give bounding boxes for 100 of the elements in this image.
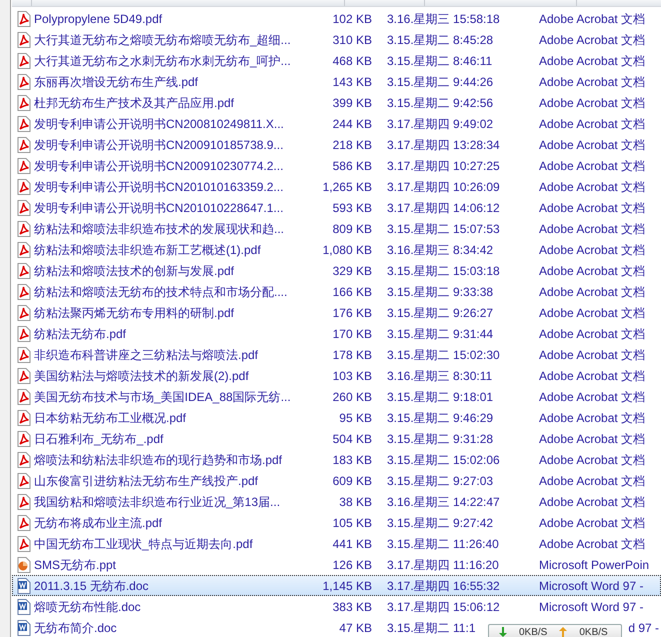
file-row[interactable]: 熔喷无纺布性能.doc 383 KB 3.17.星期四 15:06:12 Microsoft Word 97 - [12, 596, 661, 617]
file-size: 1,145 KB [322, 578, 372, 594]
pdf-file-icon [17, 242, 31, 258]
upload-speed: 0KB/S [579, 626, 608, 637]
pdf-file-icon [17, 94, 31, 110]
file-size: 260 KB [332, 388, 372, 406]
modified-date: 3.15.星期二 9:31:44 [387, 326, 494, 340]
file-name: 大行其道无纺布之熔喷无纺布熔喷无纺布_超细... [34, 32, 291, 48]
file-row[interactable]: 中国无纺布工业现状_特点与近期去向.pdf 441 KB 3.15.星期二 11:26:40 Adobe Acrobat 文档 [12, 533, 661, 554]
modified-date: 3.15.星期二 15:07:53 [387, 222, 500, 236]
file-row[interactable]: 我国纺粘和熔喷法非织造布行业近况_第13届... 38 KB 3.16.星期三 14:22:47 Adobe Acrobat 文档 [12, 491, 661, 512]
file-row[interactable]: 发明专利申请公开说明书CN200810249811.X... 244 KB 3.17.星期四 9:49:02 Adobe Acrobat 文档 [12, 113, 661, 134]
modified-date: 3.15.星期二 11:1 [387, 620, 476, 634]
file-row[interactable]: 发明专利申请公开说明书CN200910230774.2... 586 KB 3.17.星期四 10:27:25 Adobe Acrobat 文档 [12, 155, 661, 176]
pdf-file-icon [17, 388, 31, 404]
file-row[interactable]: 发明专利申请公开说明书CN201010163359.2... 1,265 KB 3.17.星期四 10:26:09 Adobe Acrobat 文档 [12, 176, 661, 197]
file-type: Microsoft PowerPoin [539, 556, 650, 574]
modified-date: 3.15.星期二 15:02:30 [387, 348, 500, 362]
modified-date: 3.15.星期二 9:27:42 [387, 516, 494, 530]
file-size: 103 KB [332, 368, 372, 384]
file-name: 纺粘法和熔喷法非织造布新工艺概述(1).pdf [34, 242, 261, 258]
file-row[interactable]: 纺粘法和熔喷法非织造布技术的发展现状和趋... 809 KB 3.15.星期二 15:07:53 Adobe Acrobat 文档 [12, 218, 661, 239]
modified-date: 3.15.星期二 15:02:06 [387, 452, 500, 466]
modified-date: 3.17.星期四 10:27:25 [387, 158, 500, 172]
file-row[interactable]: 发明专利申请公开说明书CN200910185738.9... 218 KB 3.17.星期四 13:28:34 Adobe Acrobat 文档 [12, 134, 661, 155]
pdf-file-icon [17, 472, 31, 488]
document-file-icon [17, 578, 31, 594]
file-row[interactable]: 无纺布将成布业主流.pdf 105 KB 3.15.星期二 9:27:42 Adobe Acrobat 文档 [12, 512, 661, 533]
file-size: 310 KB [332, 32, 372, 48]
file-row[interactable]: 日本纺粘无纺布工业概况.pdf 95 KB 3.15.星期二 9:46:29 Adobe Acrobat 文档 [12, 407, 661, 428]
file-type: Adobe Acrobat 文档 [539, 158, 646, 174]
file-type: Adobe Acrobat 文档 [539, 94, 646, 112]
file-row[interactable]: Polypropylene 5D49.pdf 102 KB 3.16.星期三 15:58:18 Adobe Acrobat 文档 [12, 8, 661, 29]
file-row[interactable]: 纺粘法无纺布.pdf 170 KB 3.15.星期二 9:31:44 Adobe Acrobat 文档 [12, 323, 661, 344]
file-row[interactable]: 纺粘法和熔喷法非织造布新工艺概述(1).pdf 1,080 KB 3.16.星期三 8:34:42 Adobe Acrobat 文档 [12, 239, 661, 260]
file-row[interactable]: 发明专利申请公开说明书CN201010228647.1... 593 KB 3.17.星期四 14:06:12 Adobe Acrobat 文档 [12, 197, 661, 218]
file-type: Adobe Acrobat 文档 [539, 304, 646, 322]
file-name: 中国无纺布工业现状_特点与近期去向.pdf [34, 536, 253, 552]
file-type: Adobe Acrobat 文档 [539, 514, 646, 532]
file-row[interactable]: 非织造布科普讲座之三纺粘法与熔喷法.pdf 178 KB 3.15.星期二 15:02:30 Adobe Acrobat 文档 [12, 344, 661, 365]
pdf-file-icon [17, 74, 31, 90]
file-name: 2011.3.15 无纺布.doc [34, 578, 149, 594]
modified-date: 3.17.星期四 15:06:12 [387, 600, 500, 614]
modified-date: 3.16.星期三 8:30:11 [387, 368, 492, 382]
file-row[interactable]: 2011.3.15 无纺布.doc 1,145 KB 3.17.星期四 16:55:32 Microsoft Word 97 - [12, 575, 661, 596]
pdf-file-icon [17, 262, 31, 278]
file-size: 1,265 KB [322, 178, 372, 196]
file-row[interactable]: 美国无纺布技术与市场_美国IDEA_88国际无纺... 260 KB 3.15.星期二 9:18:01 Adobe Acrobat 文档 [12, 386, 661, 407]
file-row[interactable]: 山东俊富引进纺粘法无纺布生产线投产.pdf 609 KB 3.15.星期二 9:27:03 Adobe Acrobat 文档 [12, 470, 661, 491]
file-row[interactable]: 东丽再次增设无纺布生产线.pdf 143 KB 3.15.星期二 9:44:26 Adobe Acrobat 文档 [12, 71, 661, 92]
file-name: 发明专利申请公开说明书CN201010228647.1... [34, 200, 284, 216]
pdf-file-icon [17, 52, 31, 68]
file-name: 美国纺粘法与熔喷法技术的新发展(2).pdf [34, 368, 249, 384]
file-name: 熔喷无纺布性能.doc [34, 598, 141, 616]
file-size: 504 KB [332, 430, 372, 448]
modified-date: 3.15.星期二 15:03:18 [387, 264, 500, 278]
pdf-file-icon [17, 494, 31, 510]
file-size: 586 KB [332, 158, 372, 174]
modified-date: 3.17.星期四 16:55:32 [387, 578, 500, 592]
file-row[interactable]: 美国纺粘法与熔喷法技术的新发展(2).pdf 103 KB 3.16.星期三 8:30:11 Adobe Acrobat 文档 [12, 365, 661, 386]
file-type: Adobe Acrobat 文档 [539, 178, 646, 196]
file-type: Adobe Acrobat 文档 [539, 52, 646, 70]
file-type: Adobe Acrobat 文档 [539, 116, 646, 132]
file-row[interactable]: SMS无纺布.ppt 126 KB 3.17.星期四 11:16:20 Microsoft PowerPoin [12, 554, 661, 575]
modified-date: 3.15.星期二 9:18:01 [387, 390, 494, 404]
document-file-icon [17, 598, 31, 614]
file-row[interactable]: 纺粘法和熔喷法技术的创新与发展.pdf 329 KB 3.15.星期二 15:03:18 Adobe Acrobat 文档 [12, 260, 661, 281]
file-row[interactable]: 杜邦无纺布生产技术及其产品应用.pdf 399 KB 3.15.星期二 9:42:56 Adobe Acrobat 文档 [12, 92, 661, 113]
file-type: Adobe Acrobat 文档 [539, 494, 646, 510]
pdf-file-icon [17, 326, 31, 342]
file-row[interactable]: 纺粘法和熔喷法无纺布的技术特点和市场分配.... 166 KB 3.15.星期二 9:33:38 Adobe Acrobat 文档 [12, 281, 661, 302]
file-row[interactable]: 熔喷法和纺粘法非织造布的现行趋势和市场.pdf 183 KB 3.15.星期二 15:02:06 Adobe Acrobat 文档 [12, 449, 661, 470]
upload-arrow-icon [559, 627, 568, 637]
file-name: 纺粘法和熔喷法非织造布技术的发展现状和趋... [34, 220, 284, 238]
file-row[interactable]: 大行其道无纺布之熔喷无纺布熔喷无纺布_超细... 310 KB 3.15.星期二 8:45:28 Adobe Acrobat 文档 [12, 29, 661, 50]
pdf-file-icon [17, 10, 31, 26]
modified-date: 3.15.星期二 9:27:03 [387, 474, 494, 488]
file-type: Microsoft Word 97 - [539, 598, 644, 616]
file-size: 143 KB [332, 74, 372, 90]
presentation-file-icon [17, 556, 31, 572]
file-name: 发明专利申请公开说明书CN200910185738.9... [34, 136, 284, 154]
modified-date: 3.15.星期二 9:31:28 [387, 432, 494, 446]
file-size: 166 KB [332, 284, 372, 300]
file-name: 发明专利申请公开说明书CN200910230774.2... [34, 158, 284, 174]
file-name: SMS无纺布.ppt [34, 556, 116, 574]
file-type: Adobe Acrobat 文档 [539, 32, 646, 48]
modified-date: 3.15.星期二 9:42:56 [387, 96, 494, 110]
file-name: 无纺布将成布业主流.pdf [34, 514, 162, 532]
file-size: 126 KB [332, 556, 372, 574]
file-name: 熔喷法和纺粘法非织造布的现行趋势和市场.pdf [34, 452, 282, 468]
file-size: 170 KB [332, 326, 372, 342]
file-row[interactable]: 日石雅利布_无纺布_.pdf 504 KB 3.15.星期二 9:31:28 Adobe Acrobat 文档 [12, 428, 661, 449]
modified-date: 3.17.星期四 11:16:20 [387, 558, 499, 572]
file-row[interactable]: 纺粘法聚丙烯无纺布专用料的研制.pdf 176 KB 3.15.星期二 9:26:27 Adobe Acrobat 文档 [12, 302, 661, 323]
file-row[interactable]: 大行其道无纺布之水刺无纺布水刺无纺布_呵护... 468 KB 3.15.星期二 8:46:11 Adobe Acrobat 文档 [12, 50, 661, 71]
file-size: 609 KB [332, 472, 372, 490]
file-name: 无纺布简介.doc [34, 620, 117, 636]
file-size: 102 KB [332, 10, 372, 28]
modified-date: 3.15.星期二 9:46:29 [387, 410, 494, 424]
file-type: Adobe Acrobat 文档 [539, 136, 646, 154]
